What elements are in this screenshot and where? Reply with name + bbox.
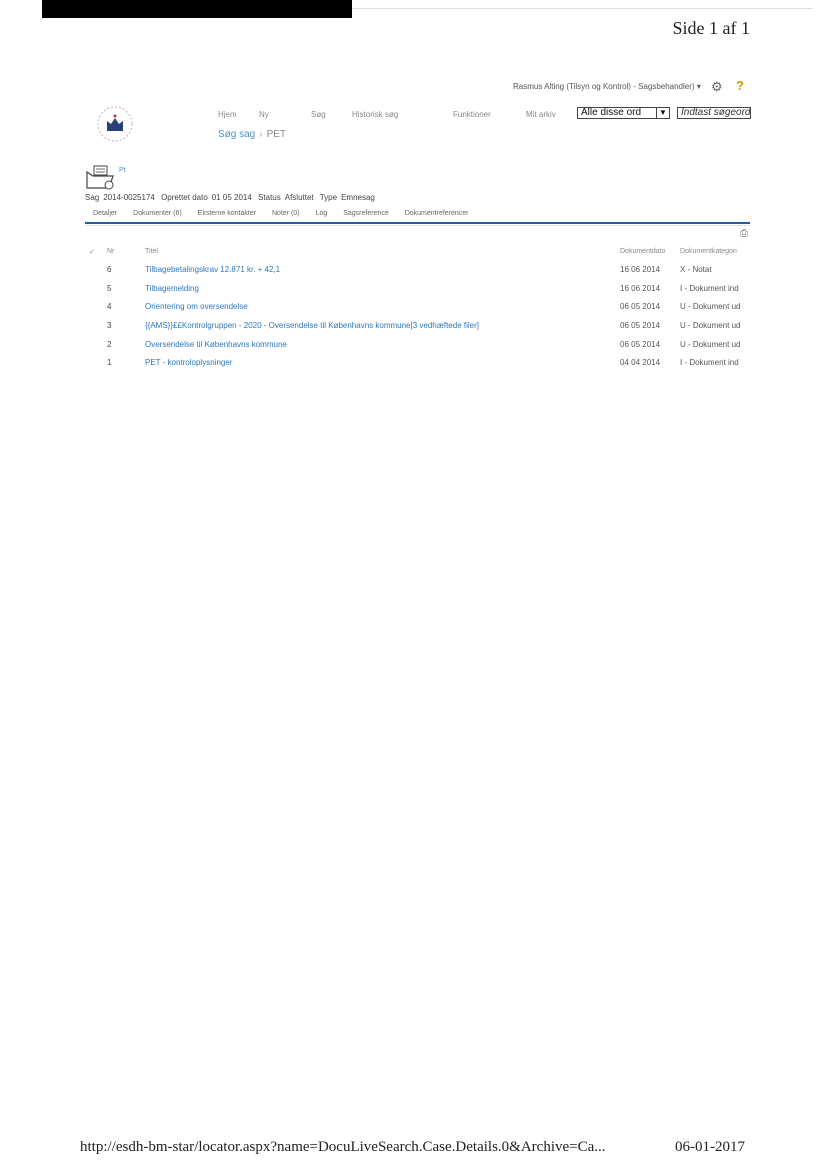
row-number: 2 [107, 340, 112, 349]
nav-my-archive[interactable]: Mit arkiv [526, 110, 556, 119]
tab-details[interactable]: Detaljer [93, 210, 117, 217]
nav-functions[interactable]: Funktioner [453, 110, 491, 119]
tab-notes[interactable]: Noter (0) [272, 210, 300, 217]
divider [352, 8, 812, 9]
breadcrumb-current: PET [266, 129, 287, 140]
row-date: 04 04 2014 [620, 358, 661, 367]
row-number: 4 [107, 302, 112, 311]
tab-document-references[interactable]: Dokumentreferencer [405, 210, 469, 217]
case-tabs: Detaljer Dokumenter (6) Eksterne kontakt… [93, 210, 483, 217]
tab-underline [85, 222, 750, 224]
row-title-link[interactable]: Orientering om oversendelse [145, 302, 248, 311]
divider [85, 225, 750, 226]
row-title-link[interactable]: {{AMS}}££Kontrolgruppen - 2020 - Oversen… [145, 321, 479, 330]
breadcrumb: Søg sag › PET [218, 129, 287, 140]
row-title-link[interactable]: Oversendelse til Københavns kommune [145, 340, 287, 349]
search-input[interactable]: Indtast søgeord [677, 107, 751, 119]
case-folder-icon [86, 165, 114, 190]
row-number: 5 [107, 284, 112, 293]
logo-icon [97, 106, 133, 142]
tab-external-contacts[interactable]: Eksterne kontakter [198, 210, 256, 217]
status-label: Status [258, 193, 281, 202]
row-category: I - Dokument ind [680, 284, 739, 293]
case-metadata: Sag 2014-0025174 Oprettet dato 01 05 2014 … [85, 193, 379, 202]
nav-history-search[interactable]: Historisk søg [352, 110, 398, 119]
user-menu[interactable]: Rasmus Alting (Tilsyn og Kontrol) - Sags… [513, 82, 701, 91]
breadcrumb-root[interactable]: Søg sag [218, 129, 255, 140]
row-title-link[interactable]: PET - kontroloplysninger [145, 358, 232, 367]
tab-case-reference[interactable]: Sagsreference [343, 210, 389, 217]
created-label: Oprettet dato [161, 193, 208, 202]
created-date: 01 05 2014 [211, 193, 252, 202]
nav-home[interactable]: Hjem [218, 110, 237, 119]
page-number: Side 1 af 1 [672, 18, 750, 38]
row-number: 1 [107, 358, 112, 367]
column-header-check[interactable]: ✓ [89, 248, 95, 256]
row-category: X - Notat [680, 265, 712, 274]
row-category: I - Dokument ind [680, 358, 739, 367]
chevron-down-icon[interactable]: ▼ [656, 107, 669, 119]
type-label: Type [319, 193, 338, 202]
nav-new[interactable]: Ny [259, 110, 269, 119]
gear-icon[interactable]: ⚙ [711, 79, 723, 95]
case-icon-label: Pt [119, 167, 126, 174]
print-icon[interactable]: ⎙ [740, 228, 748, 239]
footer-date: 06-01-2017 [675, 1139, 745, 1155]
redaction-bar [42, 0, 352, 18]
type-value: Emnesag [341, 193, 375, 202]
row-category: U - Dokument ud [680, 321, 741, 330]
row-number: 6 [107, 265, 112, 274]
row-title-link[interactable]: Tilbagebetalingskrav 12.871 kr. + 42,1 [145, 265, 280, 274]
nav-search[interactable]: Søg [311, 110, 326, 119]
help-icon[interactable]: ? [736, 78, 744, 93]
column-header-title[interactable]: Titel [145, 248, 158, 255]
tab-documents[interactable]: Dokumenter (6) [133, 210, 182, 217]
column-header-date[interactable]: Dokumentdato [620, 248, 666, 255]
row-date: 16 06 2014 [620, 265, 661, 274]
search-mode-select[interactable]: Alle disse ord ▼ [577, 107, 670, 119]
row-date: 06 05 2014 [620, 340, 661, 349]
status-value: Afsluttet [284, 193, 314, 202]
row-date: 06 05 2014 [620, 302, 661, 311]
row-category: U - Dokument ud [680, 340, 741, 349]
case-number: 2014-0025174 [103, 193, 155, 202]
column-header-category[interactable]: Dokumentkategori [680, 248, 737, 255]
search-mode-value: Alle disse ord [581, 107, 642, 118]
tab-log[interactable]: Log [316, 210, 328, 217]
row-date: 16 06 2014 [620, 284, 661, 293]
footer-url: http://esdh-bm-star/locator.aspx?name=Do… [80, 1139, 606, 1155]
row-date: 06 05 2014 [620, 321, 661, 330]
row-number: 3 [107, 321, 112, 330]
case-number-label: Sag [85, 193, 100, 202]
row-category: U - Dokument ud [680, 302, 741, 311]
row-title-link[interactable]: Tilbagemelding [145, 284, 199, 293]
column-header-nr[interactable]: Nr [107, 248, 114, 255]
